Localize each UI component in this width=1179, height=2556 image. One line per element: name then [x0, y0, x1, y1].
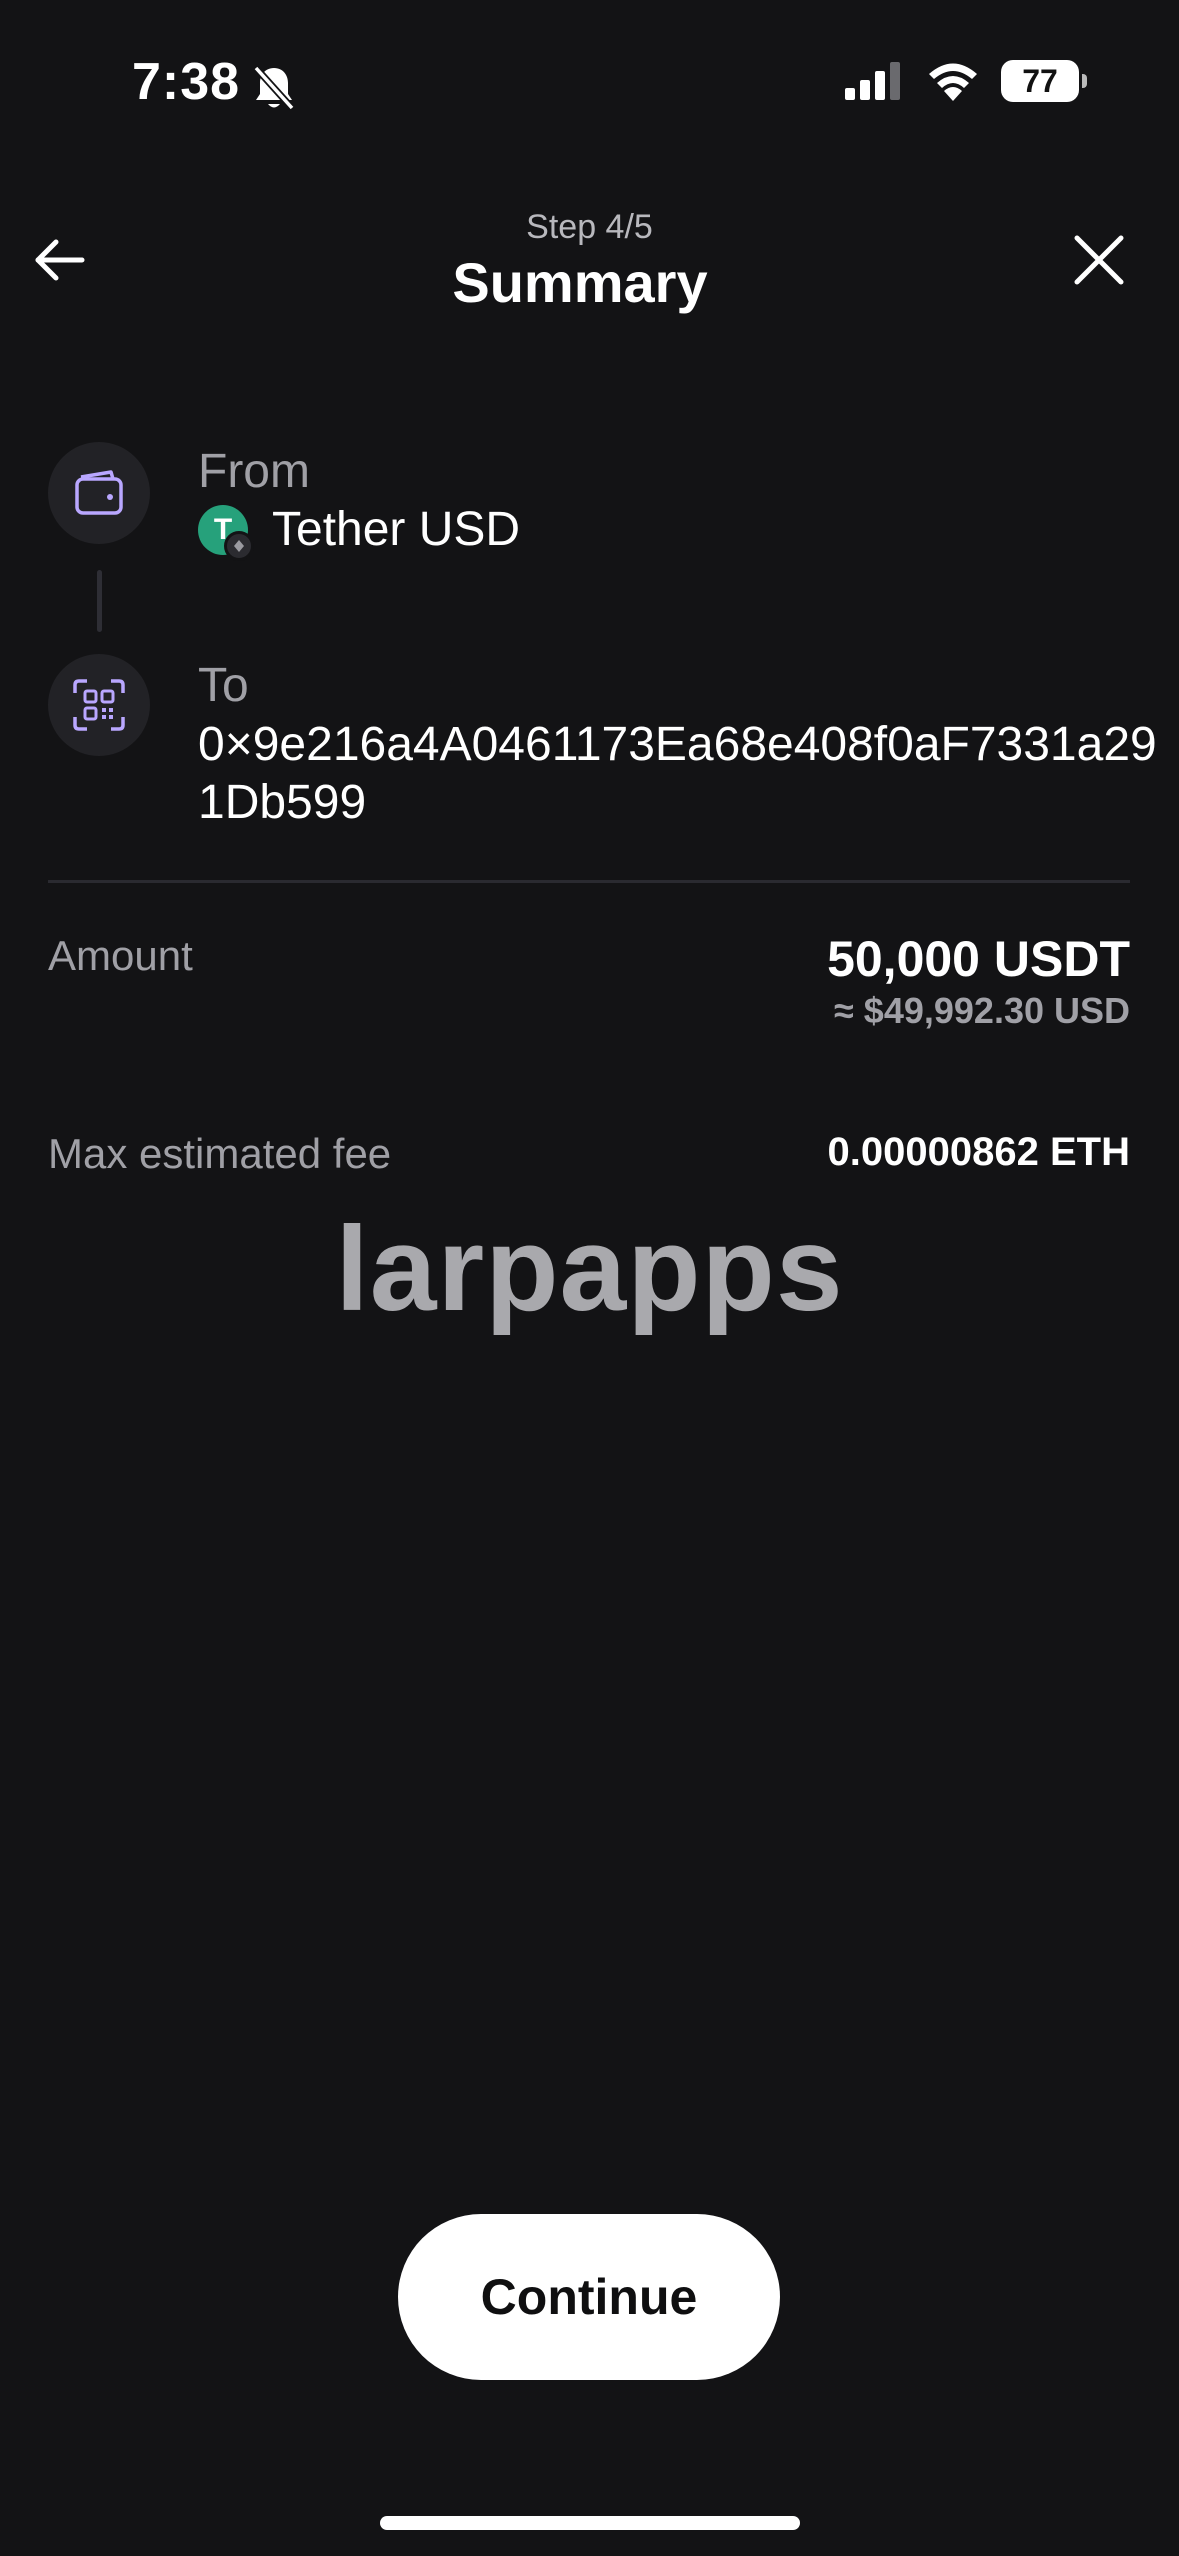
from-label: From [198, 445, 310, 498]
wifi-icon [929, 63, 977, 101]
battery-level: 77 [1022, 62, 1058, 99]
amount-label: Amount [48, 932, 193, 979]
page-title: Summary [452, 251, 708, 314]
tether-logo-icon: T [198, 504, 254, 561]
battery-icon: 77 [1001, 60, 1087, 102]
fee-value: 0.00000862 ETH [827, 1130, 1130, 1174]
token-name: Tether USD [272, 503, 521, 556]
cellular-signal-icon [845, 62, 900, 100]
divider [48, 880, 1130, 883]
from-icon-container [48, 442, 150, 544]
recipient-address: 0×9e216a4A0461173Ea68e408f0aF7331a291Db5… [198, 718, 1157, 829]
watermark: larpapps [335, 1202, 844, 1336]
home-indicator[interactable] [380, 2516, 800, 2530]
status-icons: 77 [845, 60, 1087, 102]
amount-value: 50,000 USDT [827, 931, 1130, 987]
qr-scan-icon [73, 679, 125, 731]
to-icon-container [48, 654, 150, 756]
from-token: T Tether USD [198, 502, 521, 561]
bell-slash-icon [253, 65, 295, 111]
route-connector [97, 570, 102, 632]
close-icon[interactable] [1069, 230, 1129, 290]
wallet-icon [75, 470, 123, 515]
step-indicator: Step 4/5 [526, 208, 653, 246]
status-time: 7:38 [132, 53, 241, 111]
fee-label: Max estimated fee [48, 1130, 392, 1177]
network-badge-icon [224, 530, 254, 561]
amount-usd-value: ≈ $49,992.30 USD [834, 990, 1130, 1031]
continue-button[interactable]: Continue [398, 2214, 780, 2380]
to-label: To [198, 659, 249, 712]
